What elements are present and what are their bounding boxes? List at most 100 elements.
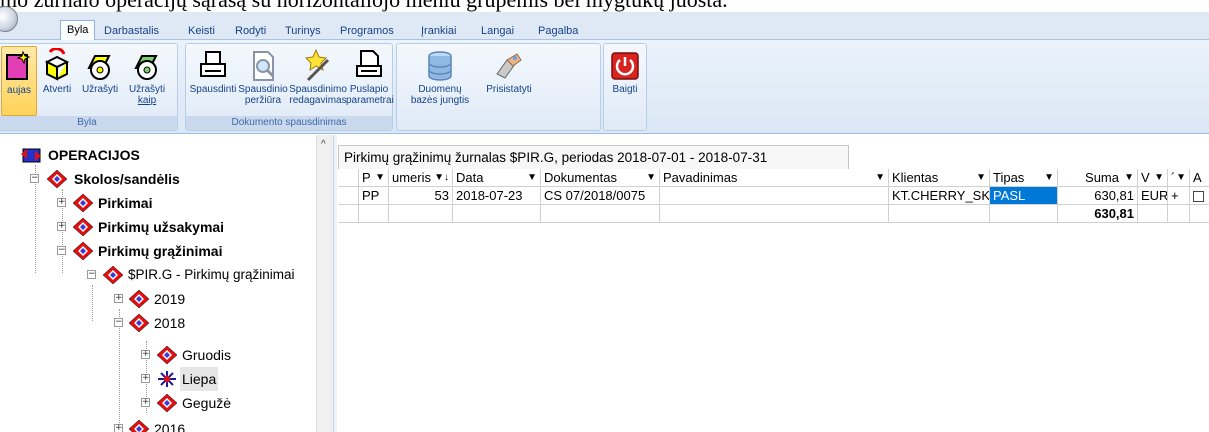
collapse-icon[interactable]: − [57,246,66,255]
column-header-klientas[interactable]: Klientas ▼ [889,169,990,187]
document-caption-text: mo žurnalo operacijų sąrašą su horizonta… [0,0,1209,12]
column-header-valiuta[interactable]: V ▼ [1138,169,1168,187]
expand-icon[interactable]: + [114,424,123,432]
tree-node-2018[interactable]: − 2018 [0,311,316,335]
page-setup-label-2: parametrai [346,95,394,106]
collapse-icon[interactable]: − [30,174,39,183]
open-label: Atverti [42,84,72,95]
save-icon [87,55,111,80]
diamond-node-icon [72,241,94,261]
print-edit-icon [304,48,330,82]
column-header-numeris[interactable]: umeris ▼↓ [389,169,453,187]
column-header-dokumentas[interactable]: Dokumentas ▼ [541,169,660,187]
tab-irankiai[interactable]: Įrankiai [415,22,462,41]
expand-icon[interactable]: + [141,350,150,359]
tab-programos[interactable]: Programos [334,22,400,41]
print-preview-button[interactable]: Spausdinio peržiūra [238,46,288,116]
tab-keisti[interactable]: Keisti [182,22,221,41]
tree-node-2019[interactable]: + 2019 [0,287,316,311]
cell-pavadinimas[interactable] [660,187,889,205]
tree-node-grazinimai[interactable]: − Pirkimų grąžinimai [0,239,316,263]
tree-node-operacijos[interactable]: OPERACIJOS [0,143,316,167]
operations-folder-icon [21,148,41,163]
cell-valiuta[interactable]: EUR [1138,187,1168,205]
open-button[interactable]: Atverti [37,46,77,116]
print-preview-label-2: peržiūra [244,95,282,106]
tab-byla[interactable]: Byla [60,20,96,41]
tree-scrollbar[interactable]: ^ [316,135,333,432]
tree-node-uzsakymai[interactable]: + Pirkimų užsakymai [0,215,316,239]
cell-suma[interactable]: 630,81 [1058,187,1138,205]
cell-plus[interactable]: + [1168,187,1190,205]
save-as-label-1: Užrašyti [128,84,166,95]
diamond-node-icon [102,265,124,285]
tree-node-skolos[interactable]: − Skolos/sandėlis [0,167,316,191]
column-header-a[interactable]: A [1190,169,1209,187]
page-setup-button[interactable]: Puslapio parametrai [346,46,394,116]
ribbon-group-byla: aujas Atverti Užrašyti Užrašyti kaip Byl… [0,43,178,131]
grid-header-row: P ▼ umeris ▼↓ Data ▼ Dokumentas ▼ Pavadinima… [338,169,1209,187]
expand-icon[interactable]: + [57,198,66,207]
cell-data[interactable]: 2018-07-23 [453,187,541,205]
header-label: V [1141,170,1150,185]
menu-bar: Byla Darbastalis Keisti Rodyti Turinys P… [0,6,1209,41]
scroll-up-icon[interactable]: ^ [321,139,326,150]
tab-turinys[interactable]: Turinys [279,22,327,41]
cell-checkbox[interactable] [1190,187,1209,205]
print-edit-button[interactable]: Spausdinimo redagavimas [288,46,348,116]
tree-node-geguze[interactable]: + Gegužė [0,391,316,415]
tree-label: 2018 [154,315,186,331]
save-button[interactable]: Užrašyti [77,46,123,116]
tree-node-liepa[interactable]: + Liepa [0,367,316,391]
column-header-data[interactable]: Data ▼ [453,169,541,187]
tree-node-2016[interactable]: + 2016 [0,417,316,432]
tab-rodyti[interactable]: Rodyti [229,22,272,41]
header-label: Suma [1085,170,1119,185]
print-button[interactable]: Spausdinti [188,46,238,116]
cell-klientas[interactable]: KT.CHERRY_SKAIČIUOTUVAS [889,187,990,205]
tree-node-pirg[interactable]: − $PIR.G - Pirkimų grąžinimai [0,263,316,287]
column-header-suma[interactable]: Suma ▼ [1058,169,1138,187]
expand-icon[interactable]: + [114,294,123,303]
operations-tree[interactable]: OPERACIJOS − Skolos/sandėlis + Pirkimai … [0,135,316,432]
new-button[interactable]: aujas [1,46,37,116]
row-checkbox[interactable] [1193,191,1204,203]
column-header-mark[interactable]: ´ ▼ [1168,169,1190,187]
database-icon [428,51,452,81]
tab-langai[interactable]: Langai [475,22,520,41]
collapse-icon[interactable]: − [114,318,123,327]
tab-darbastalis[interactable]: Darbastalis [98,22,165,41]
expand-icon[interactable]: + [141,398,150,407]
power-icon [611,52,639,80]
diamond-node-icon [46,169,68,189]
cell-p[interactable]: PP [359,187,389,205]
login-button[interactable]: Prisistatyti [479,46,539,116]
table-row[interactable]: PP 53 2018-07-23 CS 07/2018/0075 KT.CHER… [338,187,1209,205]
ribbon-toolbar: aujas Atverti Užrašyti Užrašyti kaip Byl… [0,40,1209,134]
open-icon [44,48,70,81]
tree-node-gruodis[interactable]: + Gruodis [0,343,316,367]
ribbon-group-print: Spausdinti Spausdinio peržiūra Spausdini… [185,43,394,131]
ribbon-group-exit: Baigti [603,43,647,131]
cell-dokumentas[interactable]: CS 07/2018/0075 [541,187,660,205]
asterisk-node-icon [158,371,176,387]
column-header-pavadinimas[interactable]: Pavadinimas ▼ [660,169,889,187]
expand-icon[interactable]: + [57,222,66,231]
tree-node-pirkimai[interactable]: + Pirkimai [0,191,316,215]
cell-tipas-selected[interactable]: PASL [990,187,1058,205]
database-connection-button[interactable]: Duomenų bazės jungtis [401,46,479,116]
database-label-2: bazės jungtis [410,95,470,106]
expand-icon[interactable]: + [141,374,150,383]
column-header-tipas[interactable]: Tipas ▼ [990,169,1058,187]
tab-pagalba[interactable]: Pagalba [532,22,584,41]
diamond-node-icon [156,345,178,365]
exit-button[interactable]: Baigti [608,46,642,116]
panel-splitter[interactable] [333,135,337,432]
collapse-icon[interactable]: − [87,270,96,279]
cell-numeris[interactable]: 53 [389,187,453,205]
new-label: aujas [7,85,31,96]
login-label: Prisistatyti [486,84,532,95]
save-as-button[interactable]: Užrašyti kaip [123,46,171,116]
column-header-p[interactable]: P ▼ [359,169,389,187]
page-setup-label-1: Puslapio [349,84,389,95]
